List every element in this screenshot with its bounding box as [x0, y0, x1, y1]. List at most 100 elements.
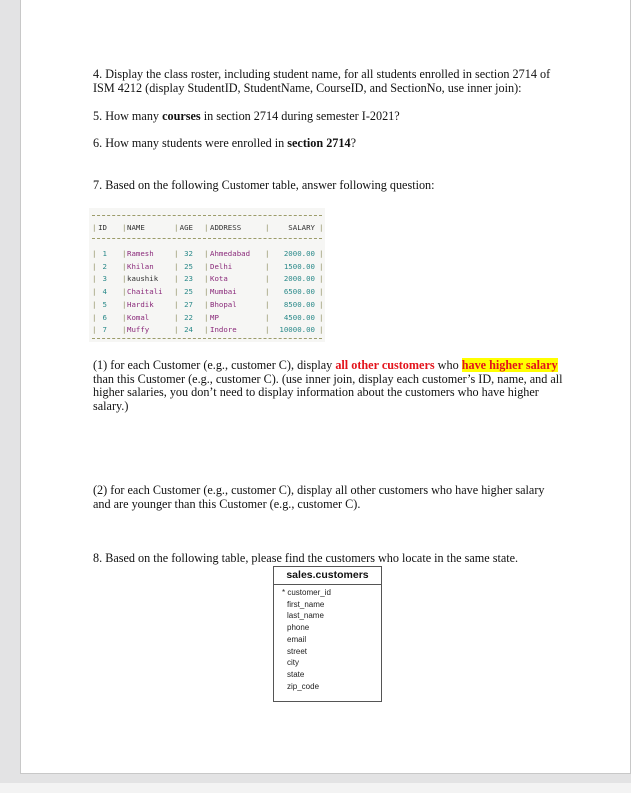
table-cell: 2000.00 — [283, 274, 315, 284]
column-divider: | — [122, 325, 127, 335]
er-field-primary-key: * customer_id — [282, 588, 331, 597]
table-cell: 7 — [102, 325, 107, 335]
question-5-bold: courses — [162, 109, 201, 123]
question-4-line-1: 4. Display the class roster, including s… — [93, 67, 551, 81]
table-row: | | | | | | 2 Khilan 25 Delhi 1500.00 — [89, 261, 325, 273]
er-field: phone — [287, 623, 310, 633]
column-divider: | — [319, 223, 324, 232]
table-cell: Ramesh — [127, 249, 154, 258]
question-7-part-1: (1) for each Customer (e.g., customer C)… — [93, 358, 563, 413]
column-divider: | — [204, 274, 209, 284]
er-table-title: sales.customers — [274, 567, 381, 585]
table-cell: 6500.00 — [283, 287, 315, 297]
question-7: 7. Based on the following Customer table… — [93, 178, 435, 192]
column-divider: | — [204, 325, 209, 335]
column-header: NAME — [127, 223, 145, 232]
table-cell: Bhopal — [210, 299, 237, 309]
column-divider: | — [92, 312, 97, 322]
sales-customers-er-table: sales.customers * customer_id first_namel… — [273, 566, 382, 702]
column-divider: | — [204, 287, 209, 297]
question-6-bold: section 2714 — [287, 136, 351, 150]
table-cell: 25 — [184, 261, 193, 271]
question-6-text-pre: 6. How many students were enrolled in — [93, 136, 288, 150]
er-table-fields: * customer_id first_name last_namephone ema… — [274, 585, 381, 692]
column-divider: | — [92, 274, 97, 284]
column-divider: | — [319, 299, 324, 309]
table-row: | | | | | | 6 Komal 22 MP 4500.00 — [89, 312, 325, 324]
er-field: state — [287, 669, 305, 679]
er-field: first_name — [287, 599, 325, 609]
column-divider: | — [204, 223, 209, 232]
column-divider: | — [122, 261, 127, 271]
table-cell: 32 — [184, 249, 193, 258]
column-divider: | — [92, 299, 97, 309]
table-cell: Komal — [127, 312, 150, 322]
er-field: email — [287, 634, 307, 644]
bottom-bar — [0, 783, 631, 793]
q7-1-text-pre: (1) for each Customer (e.g., customer C)… — [93, 358, 336, 372]
table-cell: 4 — [102, 287, 107, 297]
table-cell: 8500.00 — [283, 299, 315, 309]
q7-1-text-post: than this Customer (e.g., customer C). (… — [93, 371, 563, 413]
question-6-text-post: ? — [350, 136, 357, 150]
column-divider: | — [92, 287, 97, 297]
table-cell: Kota — [210, 274, 228, 284]
column-header: AGE — [179, 223, 193, 232]
table-cell: Mumbai — [210, 287, 237, 297]
question-6: 6. How many students were enrolled in se… — [93, 136, 563, 151]
column-divider: | — [122, 312, 127, 322]
er-field: last_name — [287, 611, 324, 621]
er-field: street — [287, 646, 308, 656]
column-divider: | — [319, 274, 324, 284]
q7-1-red-emphasis: all other customers — [335, 358, 435, 372]
column-divider: | — [319, 249, 324, 258]
table-cell: 2 — [102, 261, 107, 271]
table-cell: 23 — [184, 274, 193, 284]
table-cell: Chaitali — [127, 287, 163, 297]
table-border-top — [92, 215, 322, 216]
table-cell: Indore — [210, 325, 237, 335]
column-divider: | — [92, 249, 97, 258]
column-header: ID — [98, 223, 107, 232]
table-cell: 22 — [184, 312, 193, 322]
table-cell: 6 — [102, 312, 107, 322]
er-field: city — [287, 658, 299, 668]
question-4: 4. Display the class roster, including s… — [93, 67, 563, 95]
table-row: | | | | | | 5 Hardik 27 Bhopal 8500.00 — [89, 299, 325, 311]
table-header-row: | | | | | | ID NAME AGE ADDRESS SALARY — [89, 222, 325, 234]
column-divider: | — [319, 261, 324, 271]
table-cell: MP — [210, 312, 219, 322]
question-5: 5. How many courses in section 2714 duri… — [93, 109, 563, 124]
table-cell: 27 — [184, 299, 193, 309]
column-header: SALARY — [288, 223, 315, 232]
column-divider: | — [122, 299, 127, 309]
column-divider: | — [204, 299, 209, 309]
question-7-part-2: (2) for each Customer (e.g., customer C)… — [93, 483, 545, 511]
column-divider: | — [204, 261, 209, 271]
table-cell: Khilan — [127, 261, 154, 271]
column-divider: | — [319, 325, 324, 335]
table-cell: kaushik — [127, 274, 159, 284]
table-row: | | | | | | 4 Chaitali 25 Mumbai 6500.00 — [89, 286, 325, 298]
column-divider: | — [122, 223, 127, 232]
column-divider: | — [204, 249, 209, 258]
column-divider: | — [92, 261, 97, 271]
q7-1-highlighted-text: have higher salary — [461, 358, 558, 372]
question-5-text-post: in section 2714 during semester I-2021? — [200, 109, 400, 123]
table-cell: 1500.00 — [283, 261, 315, 271]
column-divider: | — [92, 325, 97, 335]
q7-1-text-mid: who — [434, 358, 462, 372]
table-row: | | | | | | 3 kaushik 23 Kota 2000.00 — [89, 273, 325, 285]
table-cell: 3 — [102, 274, 107, 284]
table-cell: 4500.00 — [283, 312, 315, 322]
table-cell: 5 — [102, 299, 107, 309]
table-cell: 1 — [102, 249, 107, 258]
column-divider: | — [122, 274, 127, 284]
question-8: 8. Based on the following table, please … — [93, 551, 519, 565]
table-row: | | | | | | 7 Muffy 24 Indore 10000.00 — [89, 324, 325, 336]
question-4-line-2: ISM 4212 (display StudentID, StudentName… — [93, 80, 522, 95]
table-header-separator — [92, 238, 322, 239]
question-5-text-pre: 5. How many — [93, 109, 163, 123]
table-cell: 24 — [184, 325, 193, 335]
table-cell: Delhi — [210, 261, 233, 271]
